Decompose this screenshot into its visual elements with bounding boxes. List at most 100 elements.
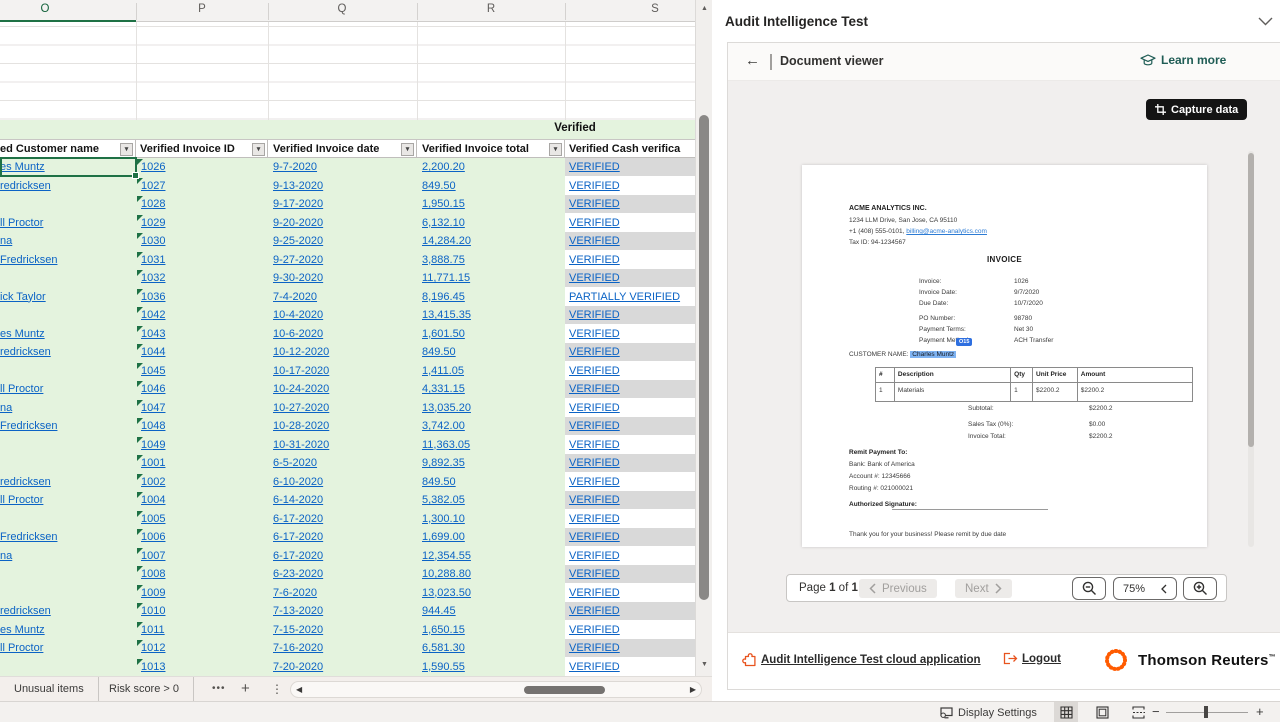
cash-verification-cell[interactable]: VERIFIED	[569, 568, 620, 580]
invoice-total-cell[interactable]: 1,950.15	[422, 198, 465, 210]
previous-page-button[interactable]: Previous	[859, 579, 937, 598]
invoice-date-cell[interactable]: 6-17-2020	[273, 513, 323, 525]
customer-name-cell[interactable]: Fredricksen	[0, 254, 57, 266]
invoice-email-link[interactable]: billing@acme-analytics.com	[906, 228, 987, 235]
invoice-total-cell[interactable]: 1,411.05	[422, 365, 464, 377]
invoice-date-cell[interactable]: 7-15-2020	[273, 624, 323, 636]
cash-verification-cell[interactable]: VERIFIED	[569, 457, 620, 469]
invoice-total-cell[interactable]: 11,363.05	[422, 439, 470, 451]
invoice-total-cell[interactable]: 13,415.35	[422, 309, 471, 321]
cash-verification-cell[interactable]: VERIFIED	[569, 587, 620, 599]
scroll-down-arrow[interactable]: ▼	[696, 661, 713, 668]
invoice-total-cell[interactable]: 849.50	[422, 346, 456, 358]
invoice-id-cell[interactable]: 1032	[141, 272, 165, 284]
cash-verification-cell[interactable]: VERIFIED	[569, 661, 620, 673]
invoice-total-cell[interactable]: 13,023.50	[422, 587, 471, 599]
scroll-left-arrow[interactable]: ◀	[296, 685, 302, 694]
zoom-level-selector[interactable]: 75%	[1113, 577, 1177, 600]
invoice-date-cell[interactable]: 10-28-2020	[273, 420, 329, 432]
customer-name-cell[interactable]: ll Proctor	[0, 383, 43, 395]
zoom-out-minus[interactable]: −	[1152, 704, 1160, 719]
customer-name-cell[interactable]: redricksen	[0, 180, 51, 192]
customer-name-cell[interactable]: Fredricksen	[0, 531, 57, 543]
invoice-total-cell[interactable]: 12,354.55	[422, 550, 471, 562]
customer-name-cell[interactable]: redricksen	[0, 605, 51, 617]
zoom-out-button[interactable]	[1072, 577, 1106, 600]
invoice-id-cell[interactable]: 1013	[141, 661, 165, 673]
invoice-id-cell[interactable]: 1043	[141, 328, 165, 340]
invoice-total-cell[interactable]: 849.50	[422, 180, 456, 192]
invoice-total-cell[interactable]: 1,590.55	[422, 661, 465, 673]
invoice-date-cell[interactable]: 10-6-2020	[273, 328, 323, 340]
invoice-total-cell[interactable]: 6,581.30	[422, 642, 465, 654]
table-column-header[interactable]: ed Customer name ▾	[0, 140, 136, 158]
invoice-id-cell[interactable]: 1046	[141, 383, 165, 395]
invoice-id-cell[interactable]: 1001	[141, 457, 165, 469]
column-header[interactable]: P	[198, 3, 206, 15]
sheet-vertical-scrollbar[interactable]: ▲ ▼	[695, 0, 712, 676]
back-arrow-icon[interactable]: ←	[745, 52, 760, 69]
customer-name-highlighted[interactable]: Charles Muntz	[910, 351, 956, 358]
invoice-total-cell[interactable]: 8,196.45	[422, 291, 465, 303]
cash-verification-cell[interactable]: VERIFIED	[569, 642, 620, 654]
invoice-id-cell[interactable]: 1045	[141, 365, 165, 377]
scroll-up-arrow[interactable]: ▲	[696, 5, 713, 12]
sheet-tab-risk-score[interactable]: Risk score > 0	[95, 677, 194, 702]
normal-view-button[interactable]	[1054, 702, 1078, 722]
invoice-date-cell[interactable]: 7-6-2020	[273, 587, 317, 599]
invoice-date-cell[interactable]: 6-17-2020	[273, 550, 323, 562]
invoice-date-cell[interactable]: 9-30-2020	[273, 272, 323, 284]
vertical-scroll-thumb[interactable]	[699, 115, 709, 600]
scroll-right-arrow[interactable]: ▶	[690, 685, 696, 694]
customer-name-cell[interactable]: na	[0, 402, 12, 414]
cash-verification-cell[interactable]: VERIFIED	[569, 420, 620, 432]
invoice-date-cell[interactable]: 6-14-2020	[273, 494, 323, 506]
invoice-date-cell[interactable]: 10-27-2020	[273, 402, 329, 414]
invoice-id-cell[interactable]: 1006	[141, 531, 165, 543]
invoice-id-cell[interactable]: 1026	[141, 161, 165, 173]
invoice-total-cell[interactable]: 3,742.00	[422, 420, 465, 432]
column-header[interactable]: S	[651, 3, 659, 15]
invoice-date-cell[interactable]: 9-25-2020	[273, 235, 323, 247]
table-column-header[interactable]: Verified Invoice ID ▾	[136, 140, 268, 158]
cash-verification-cell[interactable]: VERIFIED	[569, 217, 620, 229]
customer-name-cell[interactable]: ll Proctor	[0, 642, 43, 654]
invoice-date-cell[interactable]: 6-5-2020	[273, 457, 317, 469]
invoice-id-cell[interactable]: 1027	[141, 180, 165, 192]
sheet-tab-unusual-items[interactable]: Unusual items	[0, 677, 99, 702]
sheet-options-kebab[interactable]: ⋮	[271, 677, 283, 702]
invoice-date-cell[interactable]: 10-17-2020	[273, 365, 329, 377]
filter-dropdown-icon[interactable]: ▾	[549, 143, 562, 156]
invoice-total-cell[interactable]: 13,035.20	[422, 402, 471, 414]
cash-verification-cell[interactable]: VERIFIED	[569, 383, 620, 395]
invoice-id-cell[interactable]: 1030	[141, 235, 165, 247]
cash-verification-cell[interactable]: VERIFIED	[569, 309, 620, 321]
cash-verification-cell[interactable]: VERIFIED	[569, 494, 620, 506]
cash-verification-cell[interactable]: VERIFIED	[569, 605, 620, 617]
page-layout-view-button[interactable]	[1090, 702, 1114, 722]
invoice-total-cell[interactable]: 6,132.10	[422, 217, 465, 229]
learn-more-link[interactable]: Learn more	[1140, 53, 1226, 67]
cash-verification-cell[interactable]: PARTIALLY VERIFIED	[569, 291, 680, 303]
cash-verification-cell[interactable]: VERIFIED	[569, 550, 620, 562]
invoice-id-cell[interactable]: 1012	[141, 642, 165, 654]
viewer-scrollbar-track[interactable]	[1248, 151, 1254, 547]
invoice-id-cell[interactable]: 1008	[141, 568, 165, 580]
cash-verification-cell[interactable]: VERIFIED	[569, 198, 620, 210]
invoice-date-cell[interactable]: 7-16-2020	[273, 642, 323, 654]
column-header[interactable]: O	[41, 3, 50, 15]
table-column-header[interactable]: Verified Cash verifica ▾	[565, 140, 695, 158]
invoice-total-cell[interactable]: 10,288.80	[422, 568, 471, 580]
invoice-total-cell[interactable]: 14,284.20	[422, 235, 471, 247]
customer-name-cell[interactable]: ll Proctor	[0, 217, 43, 229]
customer-name-cell[interactable]: Fredricksen	[0, 420, 57, 432]
more-sheets-button[interactable]: •••	[212, 677, 226, 702]
invoice-date-cell[interactable]: 7-4-2020	[273, 291, 317, 303]
cash-verification-cell[interactable]: VERIFIED	[569, 624, 620, 636]
invoice-id-cell[interactable]: 1011	[141, 624, 165, 636]
cash-verification-cell[interactable]: VERIFIED	[569, 235, 620, 247]
customer-name-cell[interactable]: na	[0, 235, 12, 247]
viewer-scrollbar-thumb[interactable]	[1248, 153, 1254, 447]
invoice-total-cell[interactable]: 944.45	[422, 605, 456, 617]
invoice-total-cell[interactable]: 5,382.05	[422, 494, 465, 506]
